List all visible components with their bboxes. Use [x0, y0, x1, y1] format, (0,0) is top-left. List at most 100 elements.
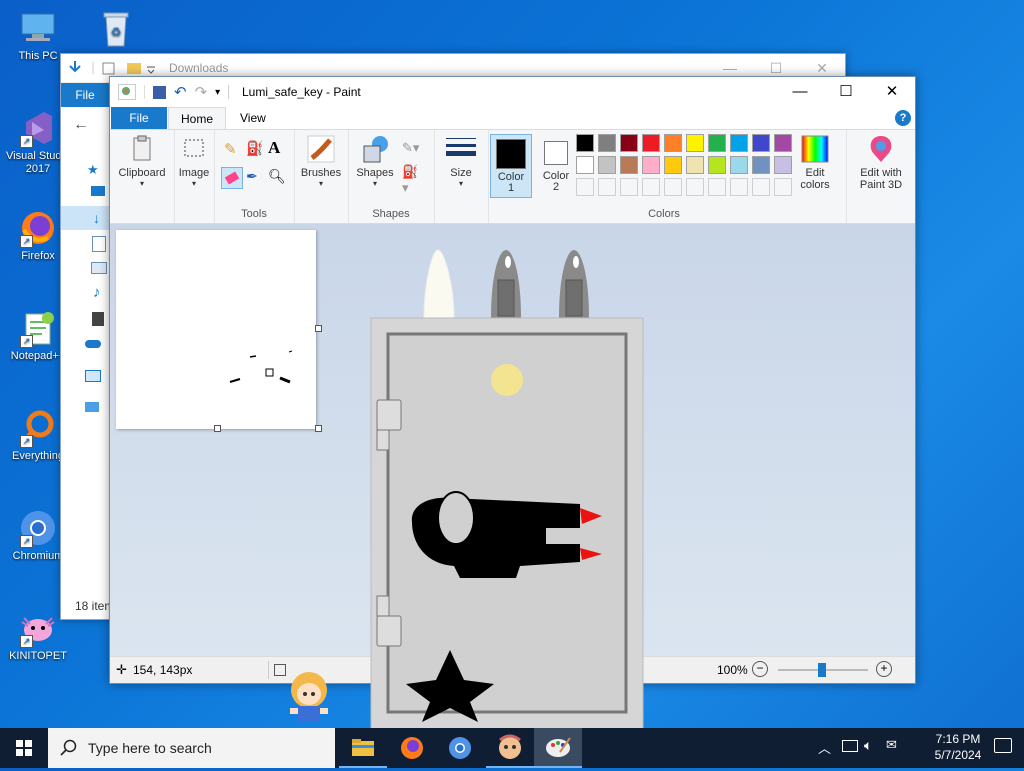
tab-view[interactable]: View — [228, 107, 278, 129]
custom-color-swatch[interactable] — [708, 178, 726, 196]
custom-color-swatch[interactable] — [730, 178, 748, 196]
custom-color-swatch[interactable] — [598, 178, 616, 196]
custom-color-swatch[interactable] — [752, 178, 770, 196]
tab-home[interactable]: Home — [168, 107, 227, 130]
undo-icon[interactable]: ↶ — [174, 83, 187, 101]
start-button[interactable] — [0, 728, 48, 768]
videos-folder-icon[interactable] — [92, 312, 104, 326]
color-swatch[interactable] — [598, 134, 616, 152]
desktop-pet-character[interactable] — [284, 670, 334, 728]
shortcut-arrow-icon: ↗ — [20, 235, 33, 248]
help-icon[interactable]: ? — [895, 110, 911, 126]
this-pc-nav-icon[interactable] — [85, 370, 101, 382]
canvas-resize-handle-right[interactable] — [315, 325, 322, 332]
save-icon[interactable] — [153, 85, 166, 99]
pencil-icon[interactable]: ✎ — [224, 140, 242, 158]
volume-muted-icon[interactable]: 🔈︎ — [864, 737, 872, 754]
network-icon[interactable] — [842, 740, 858, 752]
pictures-folder-icon[interactable] — [91, 262, 107, 274]
color-swatch[interactable] — [686, 134, 704, 152]
color-swatch[interactable] — [598, 156, 616, 174]
fill-icon[interactable]: ⛽▾ — [402, 164, 420, 195]
brushes-button[interactable]: Brushes ▾ — [296, 134, 346, 188]
color2-label-b: 2 — [552, 181, 560, 193]
documents-folder-icon[interactable] — [92, 236, 106, 252]
custom-color-swatch[interactable] — [664, 178, 682, 196]
custom-color-swatch[interactable] — [774, 178, 792, 196]
explorer-file-tab[interactable]: File — [61, 83, 109, 107]
color-swatch[interactable] — [642, 156, 660, 174]
action-icon[interactable]: ✉︎ — [886, 737, 897, 753]
color-picker-icon[interactable]: ✒ — [246, 168, 264, 186]
redo-icon[interactable]: ↷ — [195, 83, 208, 101]
clock[interactable]: 7:16 PM 5/7/2024 — [928, 731, 988, 763]
chevron-up-icon[interactable]: ︿ — [818, 738, 831, 757]
color-swatch[interactable] — [774, 156, 792, 174]
canvas-resize-handle-corner[interactable] — [315, 425, 322, 432]
bullet-light-icon — [423, 249, 455, 319]
color-swatch[interactable] — [576, 156, 594, 174]
outline-icon[interactable]: ✎▾ — [402, 140, 420, 158]
color-swatch[interactable] — [620, 156, 638, 174]
zoom-in-button[interactable]: + — [876, 661, 892, 677]
network-icon[interactable] — [85, 402, 99, 412]
size-button[interactable]: Size ▾ — [436, 134, 486, 188]
image-button[interactable]: Image ▾ — [176, 134, 212, 188]
desktop-folder-icon[interactable] — [91, 186, 105, 196]
clipboard-icon — [127, 134, 157, 164]
color-swatch[interactable] — [642, 134, 660, 152]
customize-quick-access-icon[interactable]: ▾ — [215, 87, 220, 98]
zoom-slider-thumb[interactable] — [818, 663, 826, 677]
color-swatch[interactable] — [730, 156, 748, 174]
safe-overlay[interactable] — [370, 244, 644, 730]
color-swatch[interactable] — [664, 134, 682, 152]
color-swatch[interactable] — [774, 134, 792, 152]
edit-with-paint3d-button[interactable]: Edit with Paint 3D — [849, 134, 913, 191]
visual-studio-icon: ↗ — [18, 108, 58, 148]
tab-file[interactable]: File — [111, 107, 167, 129]
notification-center-icon[interactable] — [994, 738, 1012, 753]
zoom-slider[interactable] — [778, 663, 868, 677]
music-folder-icon[interactable]: ♪ — [93, 284, 101, 301]
clipboard-button[interactable]: Clipboard ▾ — [114, 134, 170, 188]
taskbar-file-explorer[interactable] — [339, 728, 387, 768]
taskbar-paint[interactable] — [534, 728, 582, 768]
shapes-button[interactable]: Shapes ▾ — [350, 134, 400, 188]
color-swatch[interactable] — [620, 134, 638, 152]
taskbar-firefox[interactable] — [388, 728, 436, 768]
paint-maximize-button[interactable]: ☐ — [823, 77, 869, 107]
eraser-icon[interactable] — [221, 167, 243, 189]
fill-bucket-icon[interactable]: ⛽ — [246, 140, 264, 158]
back-arrow-icon[interactable]: ← — [73, 116, 89, 134]
color-swatch[interactable] — [708, 134, 726, 152]
canvas-resize-handle-bottom[interactable] — [214, 425, 221, 432]
custom-color-swatch[interactable] — [576, 178, 594, 196]
magnifier-icon[interactable]: 🔍︎ — [268, 168, 286, 186]
custom-color-swatch[interactable] — [686, 178, 704, 196]
paint-minimize-button[interactable]: — — [777, 77, 823, 107]
drawing-canvas[interactable] — [116, 230, 316, 429]
color2-button[interactable]: Color 2 — [536, 134, 576, 198]
color-swatch[interactable] — [576, 134, 594, 152]
color-swatch[interactable] — [752, 134, 770, 152]
color-swatch[interactable] — [708, 156, 726, 174]
custom-color-swatch[interactable] — [642, 178, 660, 196]
quick-access-star-icon[interactable]: ★ — [87, 162, 99, 178]
downloads-nav-item-selected[interactable] — [61, 206, 109, 230]
edit-colors-button[interactable]: Edit colors — [794, 134, 836, 191]
taskbar-search-box[interactable]: Type here to search — [48, 728, 335, 768]
desktop-icon-recycle-bin[interactable]: ♻ — [84, 8, 148, 50]
custom-color-swatch[interactable] — [620, 178, 638, 196]
paint-close-button[interactable]: ✕ — [869, 77, 915, 107]
taskbar-kinitopet[interactable] — [486, 728, 534, 768]
color-swatch[interactable] — [752, 156, 770, 174]
downloads-folder-icon[interactable]: ↓ — [93, 210, 100, 226]
color-swatch[interactable] — [686, 156, 704, 174]
onedrive-icon[interactable] — [85, 340, 101, 348]
text-icon[interactable]: A — [268, 138, 286, 157]
color-swatch[interactable] — [730, 134, 748, 152]
zoom-out-button[interactable]: − — [752, 661, 768, 677]
color-swatch[interactable] — [664, 156, 682, 174]
color1-button[interactable]: Color 1 — [490, 134, 532, 198]
taskbar-chromium[interactable] — [436, 728, 484, 768]
